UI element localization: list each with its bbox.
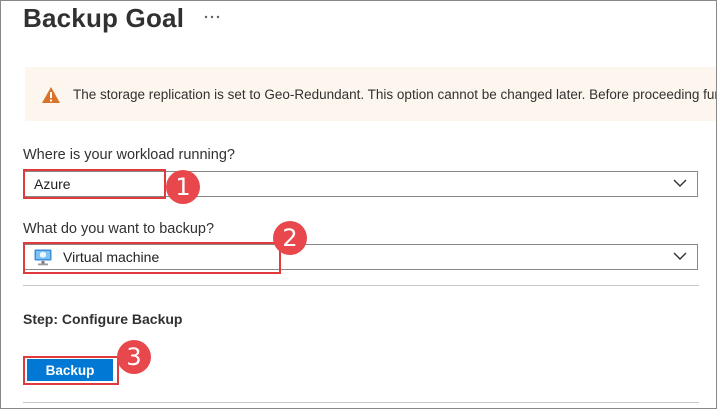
warning-icon (42, 87, 60, 103)
workload-label: Where is your workload running? (23, 147, 235, 163)
backup-type-selected-value: Virtual machine (63, 249, 160, 265)
backup-type-label: What do you want to backup? (23, 221, 215, 237)
page-title: Backup Goal (23, 3, 185, 33)
warning-banner: The storage replication is set to Geo-Re… (25, 67, 717, 121)
workload-dropdown[interactable]: Azure (23, 171, 698, 197)
more-options-icon[interactable] (204, 14, 220, 20)
step-badge-2: 2 (273, 221, 307, 255)
backup-goal-panel: Backup Goal The storage replication is s… (0, 0, 717, 409)
bottom-divider (23, 402, 699, 403)
chevron-down-icon (673, 252, 687, 260)
section-divider (23, 285, 699, 286)
chevron-down-icon (673, 179, 687, 187)
warning-message: The storage replication is set to Geo-Re… (73, 87, 717, 102)
step-title: Step: Configure Backup (23, 311, 183, 327)
step-badge-3: 3 (117, 340, 151, 374)
step-badge-1: 1 (166, 170, 200, 204)
backup-button[interactable]: Backup (27, 359, 113, 381)
workload-selected-value: Azure (34, 176, 71, 192)
backup-type-dropdown[interactable]: Virtual machine (23, 244, 698, 270)
virtual-machine-icon (34, 249, 52, 266)
